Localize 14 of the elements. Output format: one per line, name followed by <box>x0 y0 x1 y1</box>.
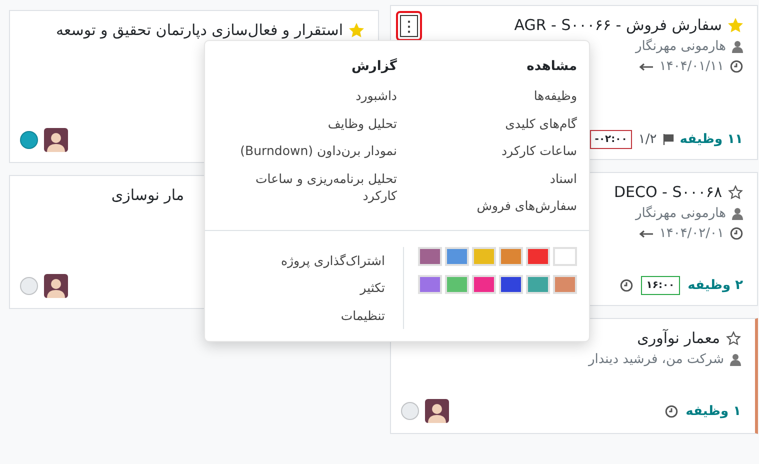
menu-heading: مشاهده <box>526 59 577 74</box>
project-title: معمار نوآوری <box>637 329 720 347</box>
project-title: DECO - S۰۰۰۶۸ <box>614 183 722 201</box>
date-text: ۱۴۰۴/۰۲/۰۱ <box>659 226 724 241</box>
milestone-count: ۱/۲ <box>638 132 657 147</box>
customer-name: هارمونی مهرنگار <box>635 206 726 221</box>
project-title: سفارش فروش - AGR - S۰۰۰۶۶ <box>514 16 722 34</box>
deadline-badge: ۰۲:۰۰- <box>590 130 632 149</box>
customer-name: هارمونی مهرنگار <box>635 39 726 54</box>
deadline-badge: ۱۶:۰۰ <box>641 276 680 295</box>
project-title: مار نوسازی <box>111 186 184 204</box>
customer-name: شرکت من، فرشید دیندار <box>588 352 724 367</box>
project-title: استقرار و فعال‌سازی دپارتمان تحقیق و توسعه <box>56 21 343 39</box>
date-text: ۱۴۰۴/۰۱/۱۱ <box>659 59 724 74</box>
